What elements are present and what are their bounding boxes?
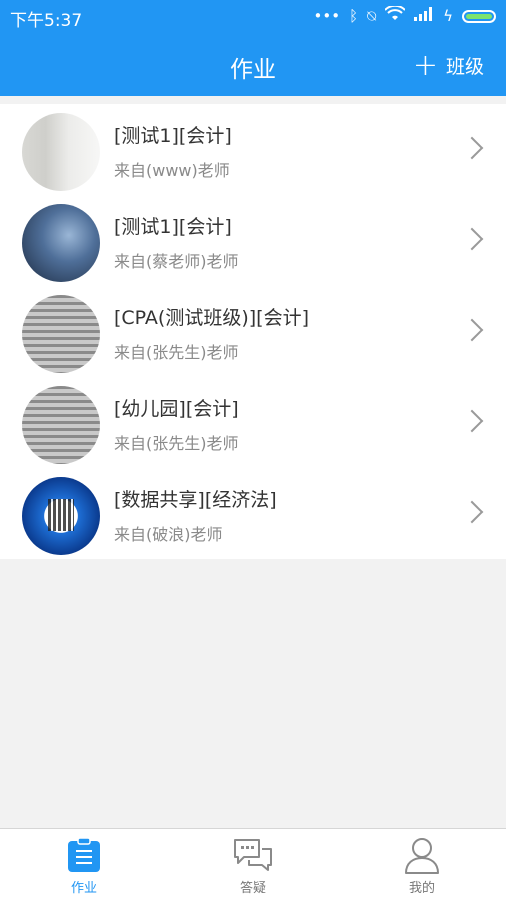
homework-icon (66, 837, 102, 877)
tab-label: 我的 (408, 881, 435, 896)
avatar (22, 113, 100, 191)
status-icons: ••• ᛒ ⍉ ϟ (313, 4, 496, 26)
bottom-tab-bar: 作业 答疑 我的 (0, 828, 506, 901)
item-subtitle: 来自(www)老师 (114, 161, 230, 180)
app-header: 作业 + 班级 (0, 34, 506, 96)
list-item[interactable]: [CPA(测试班级)][会计] 来自(张先生)老师 (0, 286, 506, 377)
homework-list: [测试1][会计] 来自(www)老师 [测试1][会计] 来自(蔡老师)老师 … (0, 104, 506, 559)
tab-label: 作业 (70, 881, 97, 896)
avatar (22, 477, 100, 555)
plus-icon: + (412, 47, 438, 83)
list-item[interactable]: [数据共享][经济法] 来自(破浪)老师 (0, 468, 506, 559)
signal-icon (414, 7, 434, 25)
more-dots-icon: ••• (313, 7, 341, 25)
chat-bubbles-icon (232, 837, 274, 877)
add-class-button[interactable]: + 班级 (412, 47, 484, 83)
add-class-label: 班级 (445, 56, 484, 78)
list-item[interactable]: [幼儿园][会计] 来自(张先生)老师 (0, 377, 506, 468)
chevron-right-icon (460, 318, 484, 342)
vibrate-icon: ⍉ (367, 7, 377, 25)
item-title: [幼儿园][会计] (114, 398, 239, 420)
item-title: [数据共享][经济法] (114, 489, 277, 511)
item-subtitle: 来自(蔡老师)老师 (114, 252, 239, 271)
avatar (22, 204, 100, 282)
item-title: [测试1][会计] (114, 125, 232, 147)
list-item[interactable]: [测试1][会计] 来自(www)老师 (0, 104, 506, 195)
person-icon (404, 837, 440, 879)
item-title: [测试1][会计] (114, 216, 232, 238)
item-subtitle: 来自(张先生)老师 (114, 434, 239, 453)
tab-qa[interactable]: 答疑 (169, 829, 337, 901)
battery-icon (462, 9, 496, 23)
avatar (22, 386, 100, 464)
tab-mine[interactable]: 我的 (338, 829, 506, 901)
tab-label: 答疑 (239, 881, 266, 896)
tab-homework[interactable]: 作业 (0, 829, 168, 901)
status-time: 下午5:37 (10, 11, 83, 31)
item-title: [CPA(测试班级)][会计] (114, 307, 309, 329)
chevron-right-icon (460, 409, 484, 433)
item-subtitle: 来自(张先生)老师 (114, 343, 239, 362)
charging-icon: ϟ (443, 7, 453, 25)
status-bar: 下午5:37 ••• ᛒ ⍉ ϟ (0, 0, 506, 34)
avatar (22, 295, 100, 373)
list-item[interactable]: [测试1][会计] 来自(蔡老师)老师 (0, 195, 506, 286)
bluetooth-icon: ᛒ (349, 7, 359, 25)
item-subtitle: 来自(破浪)老师 (114, 525, 223, 544)
qr-code-icon (48, 499, 74, 531)
chevron-right-icon (460, 227, 484, 251)
wifi-icon (384, 4, 406, 26)
chevron-right-icon (460, 500, 484, 524)
chevron-right-icon (460, 136, 484, 160)
